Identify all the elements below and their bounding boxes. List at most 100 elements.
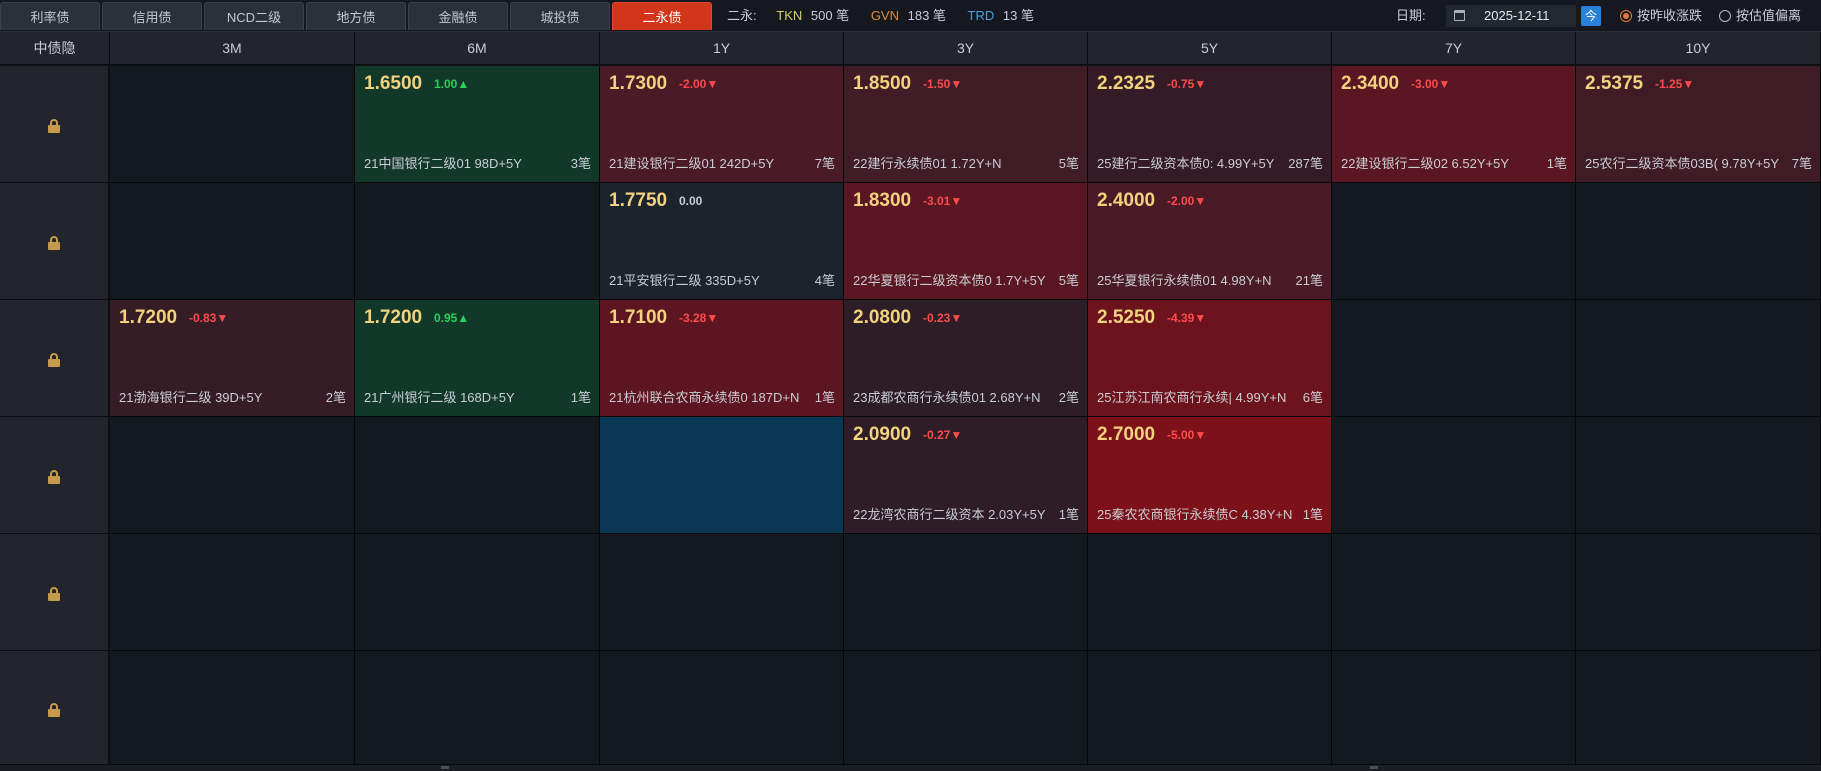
top-bar: 利率债 信用债 NCD二级 地方债 金融债 城投债 二永债 二永: TKN 50…	[0, 0, 1821, 32]
quote-cell[interactable]: 1.6500 1.00▲ 21中国银行二级01 98D+5Y 3笔	[355, 66, 600, 183]
sort-by-prev-close-option[interactable]: 按昨收涨跌	[1620, 0, 1702, 32]
bond-name: 22华夏银行二级资本债0 1.7Y+5Y	[853, 273, 1046, 288]
yield-value: 1.7200	[119, 307, 178, 328]
row-label-cell	[0, 651, 109, 765]
radio-unselected-icon[interactable]	[1719, 10, 1731, 22]
trade-count: 2笔	[325, 390, 346, 405]
tab-local-gov-bonds[interactable]: 地方债	[306, 2, 406, 30]
change-value: -2.00▼	[679, 77, 719, 91]
quote-cell[interactable]: 2.5250 -4.39▼ 25江苏江南农商行永续| 4.99Y+N 6笔	[1088, 300, 1332, 417]
column-header-3y: 3Y	[844, 32, 1088, 65]
quote-cell[interactable]	[1576, 534, 1821, 651]
yield-value: 1.7200	[364, 307, 423, 328]
quote-cell[interactable]	[110, 183, 355, 300]
radio-selected-icon[interactable]	[1620, 10, 1632, 22]
quote-cell[interactable]	[110, 417, 355, 534]
column-header-3m: 3M	[110, 32, 355, 65]
lock-icon[interactable]	[48, 587, 60, 601]
tab-rate-bonds[interactable]: 利率债	[0, 2, 100, 30]
lock-icon[interactable]	[48, 470, 60, 484]
quote-cell[interactable]	[844, 534, 1088, 651]
column-header-5y: 5Y	[1088, 32, 1332, 65]
bond-board-app: 利率债 信用债 NCD二级 地方债 金融债 城投债 二永债 二永: TKN 50…	[0, 0, 1821, 771]
quote-cell[interactable]	[600, 651, 844, 765]
quote-cell[interactable]: 2.5375 -1.25▼ 25农行二级资本债03B( 9.78Y+5Y 7笔	[1576, 66, 1821, 183]
tab-credit-bonds[interactable]: 信用债	[102, 2, 202, 30]
quote-cell[interactable]: 2.4000 -2.00▼ 25华夏银行永续债01 4.98Y+N 21笔	[1088, 183, 1332, 300]
lock-icon[interactable]	[48, 702, 60, 717]
date-value[interactable]: 2025-12-11	[1484, 5, 1550, 27]
trade-count: 1笔	[1302, 507, 1323, 522]
quote-cell[interactable]	[110, 66, 355, 183]
row-label-cell	[0, 300, 109, 417]
sort-by-valuation-deviation-option[interactable]: 按估值偏离	[1719, 0, 1801, 32]
quote-cell[interactable]	[110, 534, 355, 651]
quote-cell[interactable]: 1.7100 -3.28▼ 21杭州联合农商永续债0 187D+N 1笔	[600, 300, 844, 417]
sort-option-label: 按昨收涨跌	[1637, 8, 1703, 23]
trd-count: 13 笔	[1002, 8, 1034, 23]
quote-cell[interactable]	[355, 183, 600, 300]
change-value: 0.00	[679, 194, 703, 208]
quote-cell[interactable]	[1576, 651, 1821, 765]
quote-cell[interactable]: 2.0900 -0.27▼ 22龙湾农商行二级资本 2.03Y+5Y 1笔	[844, 417, 1088, 534]
change-value: -2.00▼	[1167, 194, 1207, 208]
tab-urban-investment-bonds[interactable]: 城投债	[510, 2, 610, 30]
quote-cell[interactable]	[600, 534, 844, 651]
quote-cell[interactable]	[1088, 534, 1332, 651]
bond-name: 25华夏银行永续债01 4.98Y+N	[1097, 273, 1272, 288]
row-label-cell	[0, 183, 109, 300]
quote-cell[interactable]	[1332, 300, 1576, 417]
quote-cell[interactable]	[355, 651, 600, 765]
quote-cell[interactable]	[1332, 183, 1576, 300]
resize-handle[interactable]	[1370, 766, 1378, 769]
lock-icon[interactable]	[48, 119, 60, 133]
quote-cell[interactable]: 2.3400 -3.00▼ 22建设银行二级02 6.52Y+5Y 1笔	[1332, 66, 1576, 183]
quote-cell[interactable]: 1.7200 0.95▲ 21广州银行二级 168D+5Y 1笔	[355, 300, 600, 417]
quote-cell[interactable]: 2.0800 -0.23▼ 23成都农商行永续债01 2.68Y+N 2笔	[844, 300, 1088, 417]
quote-cell[interactable]: 1.8500 -1.50▼ 22建行永续债01 1.72Y+N 5笔	[844, 66, 1088, 183]
quote-cell[interactable]: 2.7000 -5.00▼ 25秦农农商银行永续债C 4.38Y+N 1笔	[1088, 417, 1332, 534]
tab-ncd-secondary[interactable]: NCD二级	[204, 2, 304, 30]
lock-icon[interactable]	[48, 353, 60, 367]
quote-cell[interactable]	[355, 417, 600, 534]
bond-name: 23成都农商行永续债01 2.68Y+N	[853, 390, 1041, 405]
yield-value: 2.0800	[853, 307, 912, 328]
quote-cell[interactable]	[1576, 417, 1821, 534]
bond-name: 21杭州联合农商永续债0 187D+N	[609, 390, 800, 405]
quote-cell[interactable]: 2.2325 -0.75▼ 25建行二级资本债0: 4.99Y+5Y 287笔	[1088, 66, 1332, 183]
quote-cell[interactable]: 1.7750 0.00 21平安银行二级 335D+5Y 4笔	[600, 183, 844, 300]
tab-financial-bonds[interactable]: 金融债	[408, 2, 508, 30]
quote-cell[interactable]	[355, 534, 600, 651]
tab-tier2-perpetual-bonds[interactable]: 二永债	[612, 2, 712, 30]
trade-count: 4笔	[814, 273, 835, 288]
calendar-icon[interactable]	[1454, 10, 1465, 21]
trade-count: 21笔	[1295, 273, 1323, 288]
quote-cell[interactable]	[1332, 534, 1576, 651]
lock-icon[interactable]	[48, 236, 60, 250]
trade-count: 5笔	[1058, 156, 1079, 171]
column-header-6m: 6M	[355, 32, 600, 65]
quote-cell[interactable]	[1332, 651, 1576, 765]
quote-cell[interactable]: 1.8300 -3.01▼ 22华夏银行二级资本债0 1.7Y+5Y 5笔	[844, 183, 1088, 300]
trade-count: 7笔	[814, 156, 835, 171]
trade-count: 3笔	[570, 156, 591, 171]
bottom-scroll-bar[interactable]	[0, 765, 1821, 771]
trd-label: TRD	[967, 8, 995, 23]
quote-cell[interactable]	[110, 651, 355, 765]
trade-count: 1笔	[570, 390, 591, 405]
change-value: -3.00▼	[1411, 77, 1451, 91]
quote-cell[interactable]	[1332, 417, 1576, 534]
quote-cell[interactable]	[1088, 651, 1332, 765]
date-label: 日期:	[1396, 8, 1426, 23]
quote-cell[interactable]	[600, 417, 844, 534]
quote-cell[interactable]	[1576, 300, 1821, 417]
today-button[interactable]: 今	[1581, 6, 1601, 26]
resize-handle[interactable]	[441, 766, 449, 769]
date-picker[interactable]: 2025-12-11	[1446, 5, 1576, 27]
quote-cell[interactable]: 1.7300 -2.00▼ 21建设银行二级01 242D+5Y 7笔	[600, 66, 844, 183]
quote-cell[interactable]: 1.7200 -0.83▼ 21渤海银行二级 39D+5Y 2笔	[110, 300, 355, 417]
bond-name: 25建行二级资本债0: 4.99Y+5Y	[1097, 156, 1275, 171]
quote-cell[interactable]	[844, 651, 1088, 765]
tkn-count: 500 笔	[810, 8, 850, 23]
quote-cell[interactable]	[1576, 183, 1821, 300]
